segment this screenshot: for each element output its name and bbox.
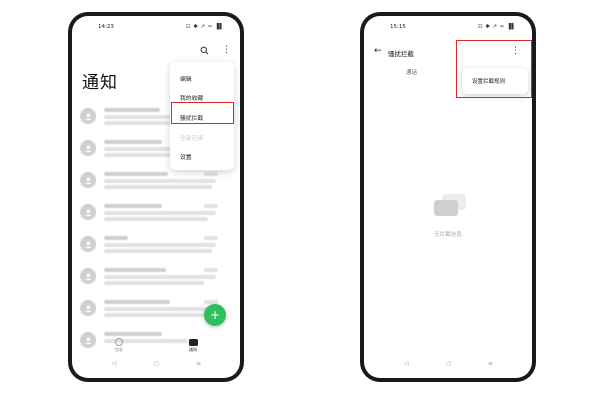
page-title: 骚扰拦截 xyxy=(388,50,414,58)
menu-item-favorites[interactable]: 我的收藏 xyxy=(180,93,203,102)
clock-icon xyxy=(115,338,123,346)
compose-fab[interactable]: + xyxy=(204,304,226,326)
recents-nav-icon[interactable]: ≡ xyxy=(488,360,493,367)
menu-item-settings[interactable]: 设置 xyxy=(180,152,192,161)
more-vertical-icon[interactable]: ⋮ xyxy=(222,45,231,55)
list-item[interactable] xyxy=(72,264,240,296)
highlight-box xyxy=(456,40,532,98)
avatar-icon xyxy=(80,172,96,188)
status-icons: ☷ ✱ ↗ ≈ ▐▌ xyxy=(477,24,516,30)
status-time: 14:23 xyxy=(98,24,114,30)
status-time: 15:15 xyxy=(390,24,406,30)
avatar-icon xyxy=(80,204,96,220)
page-title: 通知 xyxy=(82,73,118,93)
home-nav-icon[interactable]: ○ xyxy=(154,360,159,367)
recents-nav-icon[interactable]: ≡ xyxy=(196,360,201,367)
nav-messages[interactable]: 信息 xyxy=(104,338,134,353)
avatar-icon xyxy=(80,236,96,252)
search-icon[interactable] xyxy=(200,46,209,58)
spam-block-screen: 15:15 ☷ ✱ ↗ ≈ ▐▌ ← 骚扰拦截 ⋮ 通话 设置拦截规则 无拦截信… xyxy=(364,16,532,378)
list-item[interactable] xyxy=(72,168,240,200)
status-bar: 14:23 ☷ ✱ ↗ ≈ ▐▌ xyxy=(72,22,240,34)
empty-state-text: 无拦截信息 xyxy=(434,232,462,238)
notifications-screen: 14:23 ☷ ✱ ↗ ≈ ▐▌ ⋮ 通知 + 编辑 我的收藏 骚扰拦截 全部已… xyxy=(72,16,240,378)
nav-label: 信息 xyxy=(115,347,123,352)
avatar-icon xyxy=(80,268,96,284)
status-icons: ☷ ✱ ↗ ≈ ▐▌ xyxy=(185,24,224,30)
nav-label: 通知 xyxy=(189,347,197,352)
menu-item-mark-all-read: 全部已读 xyxy=(180,136,204,142)
highlight-box xyxy=(171,102,234,124)
back-arrow-icon[interactable]: ← xyxy=(374,46,382,56)
avatar-icon xyxy=(80,108,96,124)
system-nav-bar: ◁ ○ ≡ xyxy=(72,360,240,370)
system-nav-bar: ◁ ○ ≡ xyxy=(364,360,532,370)
home-nav-icon[interactable]: ○ xyxy=(446,360,451,367)
tab-calls[interactable]: 通话 xyxy=(406,68,417,76)
menu-item-edit[interactable]: 编辑 xyxy=(180,74,192,83)
chat-icon xyxy=(188,339,198,346)
nav-notifications[interactable]: 通知 xyxy=(178,338,208,353)
empty-inbox-icon xyxy=(434,194,466,216)
phone-frame-spam-block: 15:15 ☷ ✱ ↗ ≈ ▐▌ ← 骚扰拦截 ⋮ 通话 设置拦截规则 无拦截信… xyxy=(360,12,536,382)
avatar-icon xyxy=(80,140,96,156)
avatar-icon xyxy=(80,300,96,316)
status-bar: 15:15 ☷ ✱ ↗ ≈ ▐▌ xyxy=(364,22,532,34)
back-nav-icon[interactable]: ◁ xyxy=(404,360,409,367)
list-item[interactable] xyxy=(72,200,240,232)
phone-frame-notifications: 14:23 ☷ ✱ ↗ ≈ ▐▌ ⋮ 通知 + 编辑 我的收藏 骚扰拦截 全部已… xyxy=(68,12,244,382)
back-nav-icon[interactable]: ◁ xyxy=(112,360,117,367)
list-item[interactable] xyxy=(72,232,240,264)
plus-icon: + xyxy=(209,308,221,322)
